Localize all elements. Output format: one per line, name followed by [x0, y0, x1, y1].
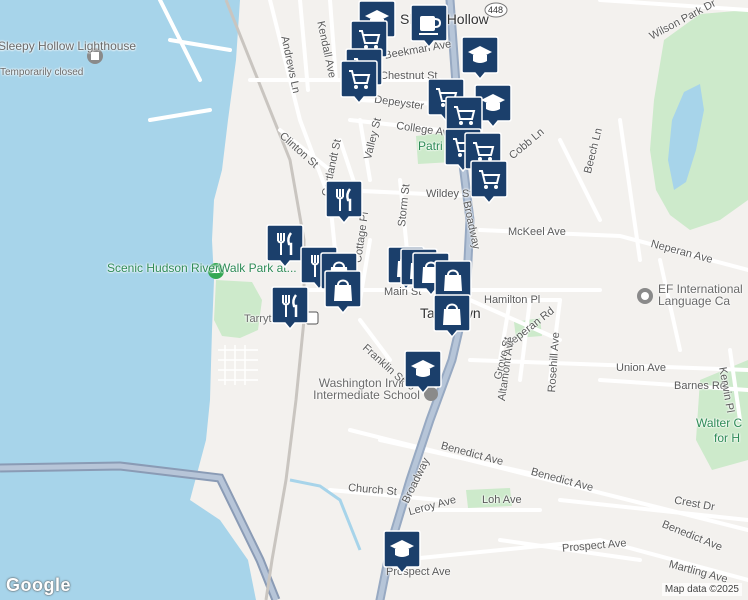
shopping-cart-pin[interactable] [470, 160, 508, 204]
restaurant-pin[interactable] [266, 224, 304, 268]
place-ef[interactable]: EF International Language Ca [658, 283, 748, 307]
map-attribution[interactable]: Map data ©2025 [661, 583, 742, 596]
street-union: Union Ave [616, 362, 666, 374]
place-lighthouse[interactable]: Sleepy Hollow Lighthouse [0, 40, 136, 52]
park-riverwalk [214, 280, 262, 338]
restaurant-pin[interactable] [325, 180, 363, 224]
lighthouse-status: Temporarily closed [0, 67, 84, 78]
place-walter[interactable]: Walter C [696, 417, 742, 429]
place-walter-2: for H [714, 431, 741, 445]
ef-marker [637, 288, 653, 304]
restaurant-pin[interactable] [271, 286, 309, 330]
shopping-bag-pin[interactable] [433, 294, 471, 338]
google-logo: Google [6, 575, 71, 595]
shopping-bag-pin[interactable] [324, 270, 362, 314]
street-loh: Loh Ave [482, 494, 522, 506]
coffee-pin[interactable] [410, 4, 448, 48]
street-wildey: Wildey St [426, 188, 473, 200]
street-mckeel: McKeel Ave [508, 226, 566, 238]
route-448-label: 448 [488, 5, 504, 15]
street-hamilton: Hamilton Pl [484, 294, 541, 306]
shopping-cart-pin[interactable] [340, 60, 378, 104]
school-pin[interactable] [461, 36, 499, 80]
map-canvas[interactable]: Sleepy Hollow Sleepy Hollow Lighthouse T… [0, 0, 748, 600]
school-pin[interactable] [383, 530, 421, 574]
place-patri: Patri [418, 139, 443, 153]
school-pin[interactable] [404, 350, 442, 394]
